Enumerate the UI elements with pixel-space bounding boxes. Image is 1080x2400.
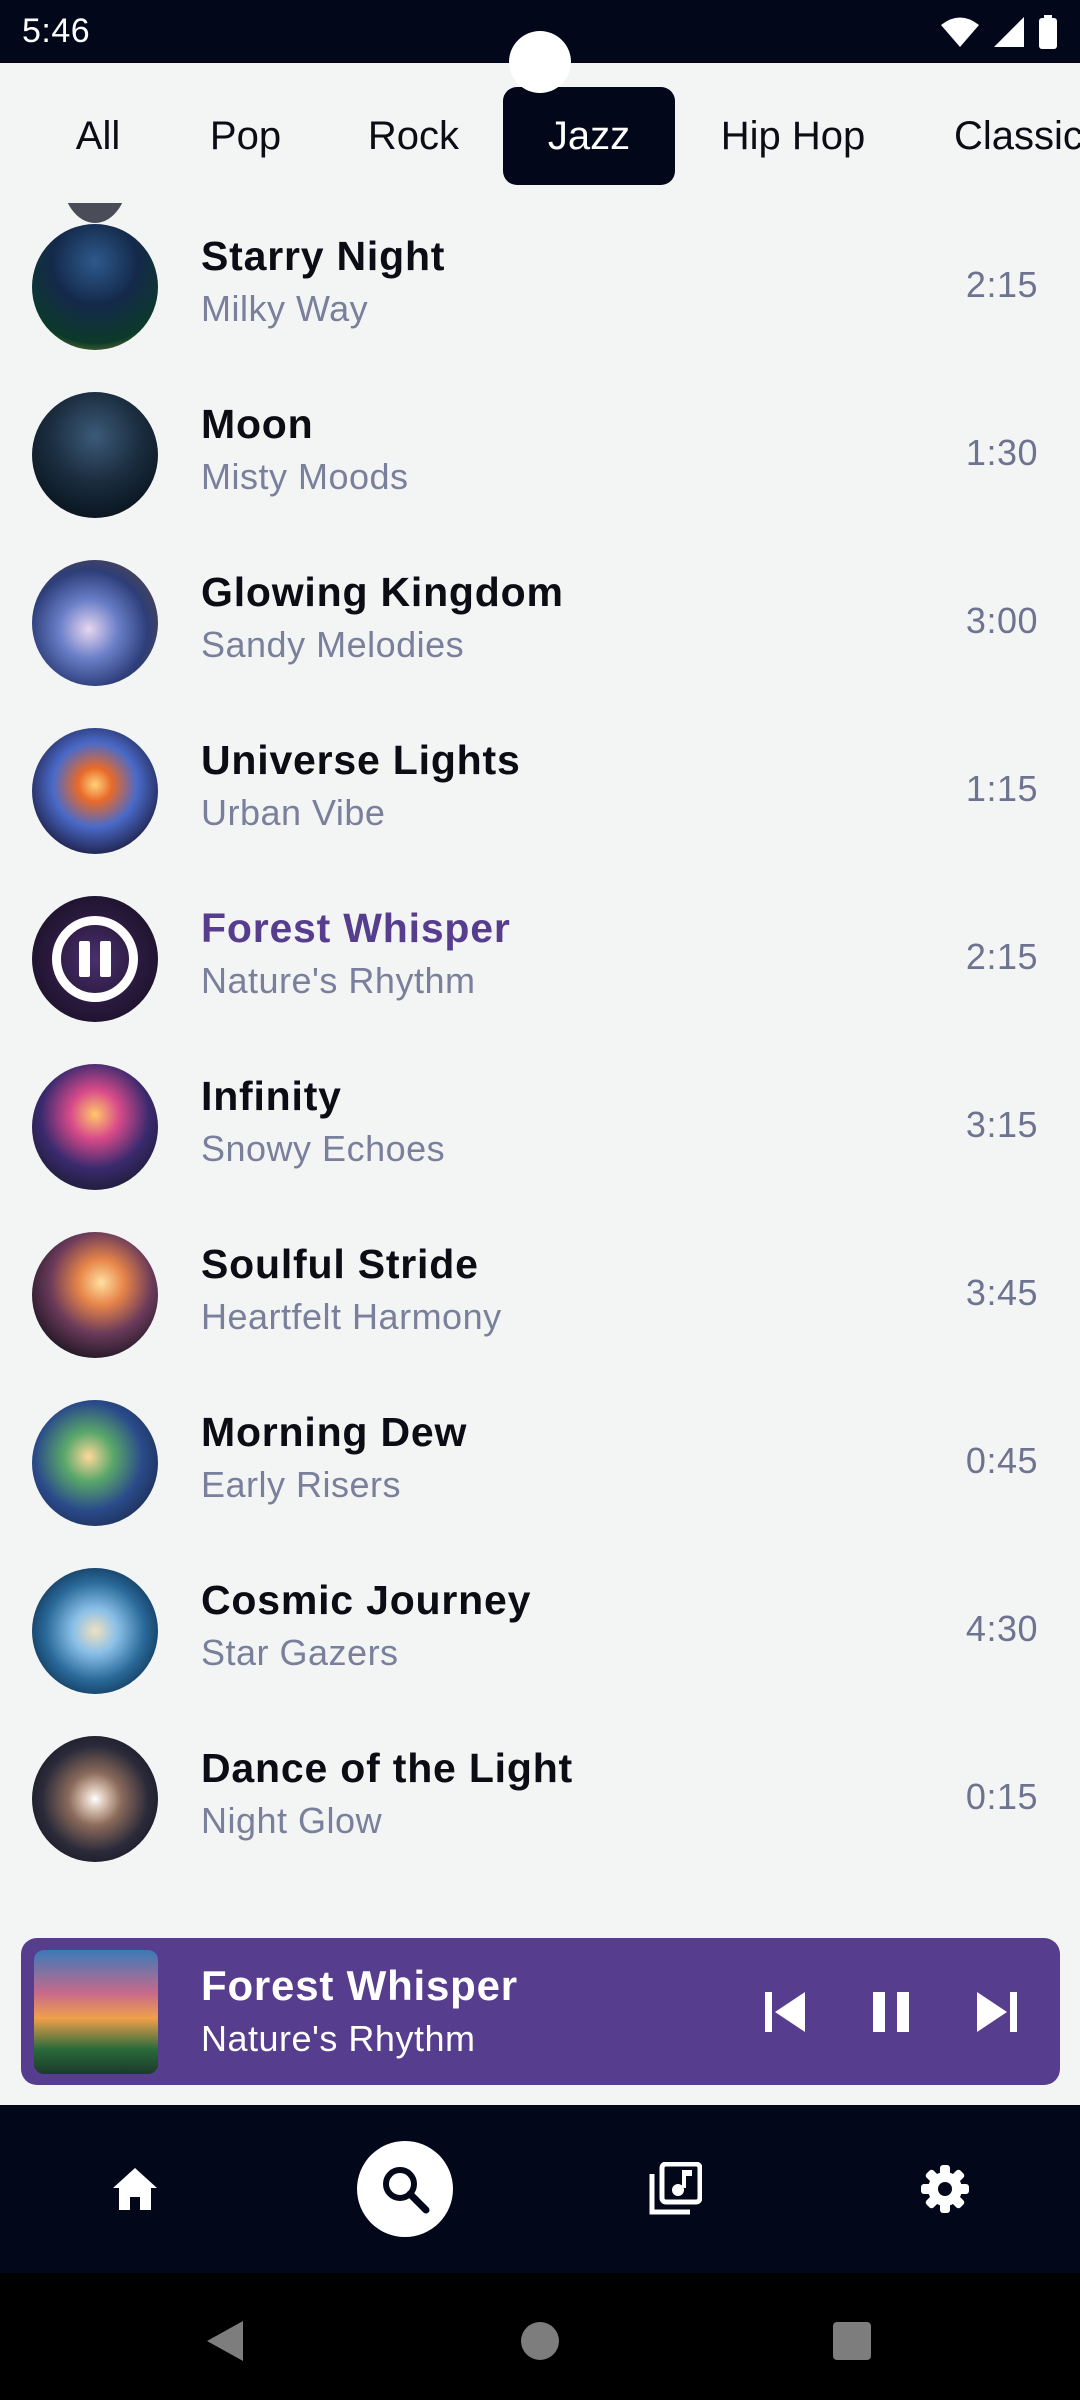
tab-hip-hop[interactable]: Hip Hop — [700, 87, 886, 185]
song-artist: Milky Way — [201, 288, 369, 329]
signal-icon — [994, 16, 1024, 47]
bottom-navigation — [0, 2105, 1080, 2273]
camera-cutout — [509, 31, 571, 93]
song-artist: Night Glow — [201, 1800, 383, 1841]
home-icon[interactable] — [87, 2141, 183, 2237]
album-art — [32, 1568, 158, 1694]
mini-player[interactable]: Forest Whisper Nature's Rhythm — [21, 1938, 1060, 2085]
tab-all[interactable]: All — [48, 87, 148, 185]
song-title: Universe Lights — [201, 737, 521, 783]
song-row[interactable]: Moon Misty Moods 1:30 — [0, 371, 1080, 539]
album-art — [32, 224, 158, 350]
album-art — [32, 560, 158, 686]
song-title: Soulful Stride — [201, 1241, 479, 1287]
battery-icon — [1039, 14, 1057, 49]
song-title: Morning Dew — [201, 1409, 468, 1455]
song-artist: Sandy Melodies — [201, 624, 465, 665]
album-art — [32, 392, 158, 518]
song-list[interactable]: Starry Night Milky Way 2:15 Moon Misty M… — [0, 203, 1080, 1903]
song-duration: 3:45 — [965, 1272, 1038, 1313]
recents-icon[interactable] — [822, 2311, 882, 2371]
song-duration: 2:15 — [965, 264, 1038, 305]
song-duration: 1:15 — [965, 768, 1038, 809]
song-duration: 3:00 — [965, 600, 1038, 641]
system-navigation-bar — [0, 2273, 1080, 2400]
now-playing-title: Forest Whisper — [201, 1962, 518, 2009]
search-icon[interactable] — [357, 2141, 453, 2237]
back-icon[interactable] — [195, 2311, 255, 2371]
skip-next-icon[interactable] — [961, 1976, 1033, 2048]
song-row[interactable]: Infinity Snowy Echoes 3:15 — [0, 1043, 1080, 1211]
song-title: Cosmic Journey — [201, 1577, 532, 1623]
skip-previous-icon[interactable] — [749, 1976, 821, 2048]
song-row[interactable]: Cosmic Journey Star Gazers 4:30 — [0, 1547, 1080, 1715]
tab-rock[interactable]: Rock — [341, 87, 486, 185]
settings-icon[interactable] — [897, 2141, 993, 2237]
song-duration: 0:15 — [965, 1776, 1038, 1817]
song-row[interactable]: Soulful Stride Heartfelt Harmony 3:45 — [0, 1211, 1080, 1379]
song-duration: 3:15 — [965, 1104, 1038, 1145]
pause-icon[interactable] — [855, 1976, 927, 2048]
song-artist: Heartfelt Harmony — [201, 1296, 502, 1337]
song-duration: 1:30 — [965, 432, 1038, 473]
song-title: Moon — [201, 401, 314, 447]
song-artist: Nature's Rhythm — [201, 960, 476, 1001]
song-title: Forest Whisper — [201, 905, 511, 951]
song-title: Infinity — [201, 1073, 342, 1119]
song-title: Dance of the Light — [201, 1745, 574, 1791]
pause-icon[interactable] — [52, 916, 138, 1002]
now-playing-artist: Nature's Rhythm — [201, 2018, 476, 2059]
song-row[interactable]: Dance of the Light Night Glow 0:15 — [0, 1715, 1080, 1883]
song-title: Starry Night — [201, 233, 446, 279]
song-duration: 2:15 — [965, 936, 1038, 977]
song-duration: 4:30 — [965, 1608, 1038, 1649]
album-art — [32, 728, 158, 854]
song-row[interactable]: Universe Lights Urban Vibe 1:15 — [0, 707, 1080, 875]
album-art — [32, 896, 158, 1022]
library-music-icon[interactable] — [627, 2141, 723, 2237]
song-row-playing[interactable]: Forest Whisper Nature's Rhythm 2:15 — [0, 875, 1080, 1043]
status-icons — [940, 14, 1058, 49]
song-artist: Snowy Echoes — [201, 1128, 446, 1169]
song-duration: 0:45 — [965, 1440, 1038, 1481]
home-button-icon[interactable] — [510, 2311, 570, 2371]
song-title: Glowing Kingdom — [201, 569, 564, 615]
song-artist: Early Risers — [201, 1464, 402, 1505]
album-art — [32, 1064, 158, 1190]
song-row[interactable]: Glowing Kingdom Sandy Melodies 3:00 — [0, 539, 1080, 707]
album-art — [32, 1232, 158, 1358]
song-artist: Misty Moods — [201, 456, 409, 497]
tab-pop[interactable]: Pop — [188, 87, 303, 185]
song-artist: Urban Vibe — [201, 792, 386, 833]
song-row[interactable]: Morning Dew Early Risers 0:45 — [0, 1379, 1080, 1547]
now-playing-art — [34, 1950, 158, 2074]
tab-jazz[interactable]: Jazz — [503, 87, 675, 185]
wifi-icon — [941, 17, 979, 47]
song-row[interactable]: Starry Night Milky Way 2:15 — [0, 203, 1080, 371]
tab-classic[interactable]: Classic — [930, 87, 1080, 185]
status-time: 5:46 — [22, 12, 91, 50]
album-art — [32, 1736, 158, 1862]
album-art — [32, 1400, 158, 1526]
song-artist: Star Gazers — [201, 1632, 399, 1673]
